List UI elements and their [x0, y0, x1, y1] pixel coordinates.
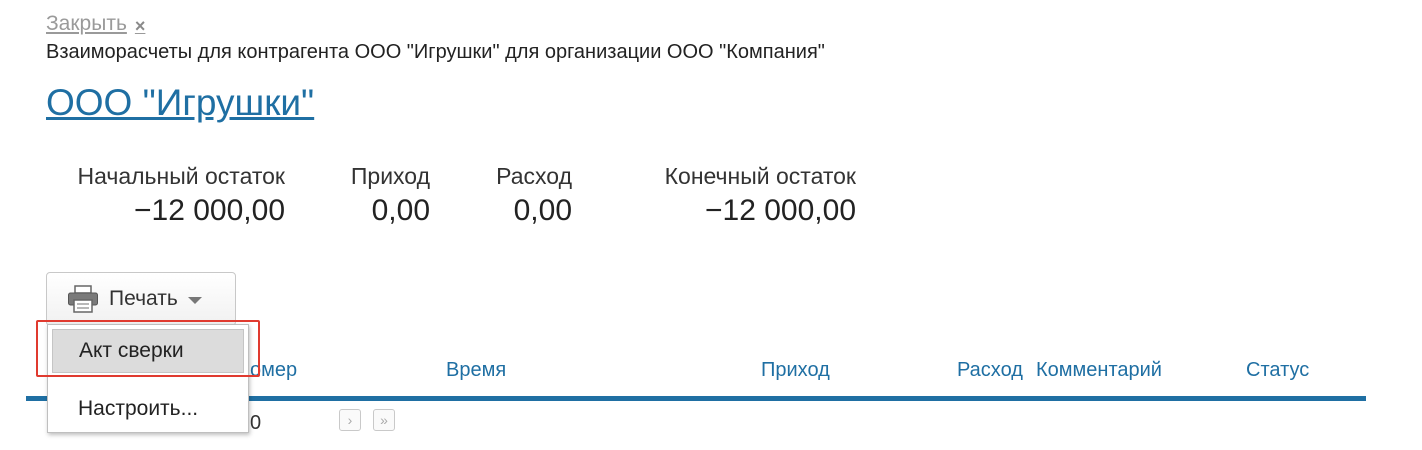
print-label: Печать [109, 287, 178, 310]
opening-balance-value: −12 000,00 [134, 194, 285, 227]
column-income[interactable]: Приход [761, 359, 830, 382]
expense-balance: Расход 0,00 [485, 163, 572, 228]
income-value: 0,00 [371, 194, 430, 227]
column-number[interactable]: омер [250, 359, 297, 382]
menu-item-settings[interactable]: Настроить... [52, 387, 244, 431]
closing-balance-label: Конечный остаток [664, 163, 856, 189]
print-button[interactable]: Печать [46, 272, 236, 326]
close-label[interactable]: Закрыть [46, 12, 127, 36]
pager-next-button[interactable]: › [339, 409, 361, 431]
page: Закрыть × Взаиморасчеты для контрагента … [0, 0, 1422, 450]
expense-value: 0,00 [513, 194, 572, 227]
column-expense[interactable]: Расход [957, 359, 1023, 382]
expense-label: Расход [496, 163, 572, 189]
pager-last-button[interactable]: » [373, 409, 395, 431]
income-label: Приход [350, 163, 430, 189]
opening-balance-label: Начальный остаток [77, 163, 285, 189]
print-dropdown-menu: Акт сверки Настроить... [47, 324, 249, 433]
column-status[interactable]: Статус [1246, 359, 1309, 382]
income-balance: Приход 0,00 [340, 163, 430, 228]
page-subtitle: Взаиморасчеты для контрагента ООО "Игруш… [46, 41, 825, 63]
closing-balance-value: −12 000,00 [705, 194, 856, 227]
printer-icon [68, 285, 98, 313]
menu-item-reconciliation-act[interactable]: Акт сверки [52, 329, 244, 373]
column-comment[interactable]: Комментарий [1036, 359, 1162, 382]
close-link[interactable]: Закрыть × [46, 12, 145, 36]
close-icon[interactable]: × [135, 16, 146, 37]
counterparty-link[interactable]: ООО "Игрушки" [46, 82, 314, 124]
chevron-down-icon [187, 297, 202, 304]
closing-balance: Конечный остаток −12 000,00 [630, 163, 856, 228]
opening-balance: Начальный остаток −12 000,00 [46, 163, 285, 228]
row-fragment: 0 [250, 412, 262, 434]
column-time[interactable]: Время [446, 359, 506, 382]
